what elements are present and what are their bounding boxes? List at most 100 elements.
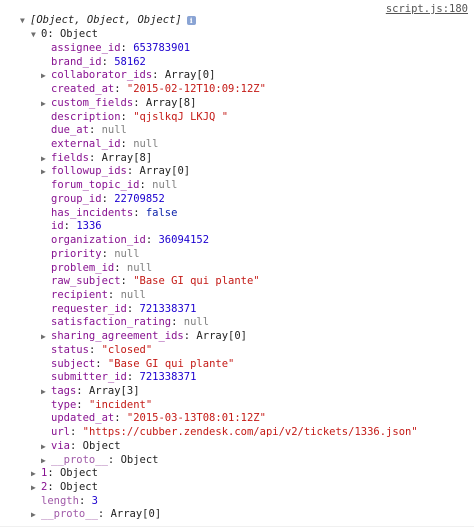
- property-key: group_id: [51, 192, 102, 205]
- property-value: "closed": [101, 343, 153, 356]
- expand-triangle-icon[interactable]: ▶: [41, 454, 51, 468]
- property-row-subject: subject: "Base GI qui plante": [41, 358, 234, 372]
- property-row-type: type: "incident": [41, 399, 152, 413]
- key-value-separator: :: [69, 439, 83, 452]
- property-key: url: [51, 426, 70, 439]
- property-key: assignee_id: [51, 42, 121, 54]
- property-row---proto--[interactable]: ▶ __proto__: Object: [41, 454, 159, 468]
- property-row-fields[interactable]: ▶ fields: Array[8]: [41, 152, 152, 166]
- key-value-separator: :: [171, 316, 184, 329]
- property-value: 1336: [76, 220, 102, 233]
- property-value: Array[3]: [88, 385, 140, 397]
- array-item-row-1[interactable]: ▶ 1: Object: [31, 467, 98, 481]
- property-key: brand_id: [51, 55, 102, 68]
- expand-triangle-icon[interactable]: ▶: [31, 467, 41, 481]
- property-value: null: [152, 179, 178, 192]
- object-row-0[interactable]: ▼ 0: Object: [31, 28, 98, 42]
- array-item-row---proto--[interactable]: ▶ __proto__: Array[0]: [31, 508, 161, 522]
- property-key: custom_fields: [51, 96, 134, 109]
- property-key: recipient: [51, 288, 108, 301]
- property-key: problem_id: [51, 261, 115, 274]
- collapse-triangle-icon[interactable]: ▼: [20, 14, 30, 28]
- key-value-separator: :: [183, 330, 197, 343]
- console-output: script.js:180 ▼ [Object, Object, Object] i…: [0, 0, 474, 527]
- property-value: 36094152: [158, 234, 210, 247]
- key-value-separator: :: [97, 508, 111, 521]
- property-row-custom-fields[interactable]: ▶ custom_fields: Array[8]: [41, 97, 196, 111]
- property-row-satisfaction-rating: satisfaction_rating: null: [41, 316, 209, 330]
- property-row-sharing-agreement-ids[interactable]: ▶ sharing_agreement_ids: Array[0]: [41, 330, 247, 344]
- property-row-followup-ids[interactable]: ▶ followup_ids: Array[0]: [41, 165, 190, 179]
- property-key: id: [51, 220, 64, 233]
- property-value: null: [126, 261, 153, 274]
- property-row-status: status: "closed": [41, 344, 152, 358]
- property-key: type: [51, 398, 77, 411]
- key-value-separator: :: [120, 138, 134, 151]
- property-key: updated_at: [51, 412, 115, 425]
- property-row-submitter-id: submitter_id: 721338371: [41, 371, 196, 385]
- property-row-forum-topic-id: forum_topic_id: null: [41, 179, 177, 193]
- key-value-separator: :: [95, 357, 108, 370]
- property-row-organization-id: organization_id: 36094152: [41, 234, 209, 248]
- property-value: "https://cubber.zendesk.com/api/v2/ticke…: [82, 426, 418, 439]
- expand-triangle-icon[interactable]: ▶: [41, 440, 51, 454]
- key-value-separator: :: [120, 110, 134, 123]
- property-key: sharing_agreement_ids: [51, 330, 184, 343]
- property-value: Object: [120, 453, 159, 466]
- property-key: submitter_id: [51, 371, 127, 384]
- property-row-via[interactable]: ▶ via: Object: [41, 440, 121, 454]
- property-row-url: url: "https://cubber.zendesk.com/api/v2/…: [41, 426, 418, 440]
- key-value-separator: :: [101, 55, 115, 68]
- property-row-has-incidents: has_incidents: false: [41, 207, 177, 221]
- key-value-separator: :: [114, 261, 127, 274]
- property-row-collaborator-ids[interactable]: ▶ collaborator_ids: Array[0]: [41, 69, 215, 83]
- property-value: "2015-02-12T10:09:12Z": [126, 83, 266, 96]
- property-key: has_incidents: [51, 206, 134, 219]
- expand-triangle-icon[interactable]: ▶: [31, 508, 41, 522]
- property-value: null: [120, 288, 146, 301]
- key-value-separator: :: [101, 247, 115, 260]
- expand-triangle-icon[interactable]: ▶: [41, 69, 51, 83]
- expand-triangle-icon[interactable]: ▶: [41, 385, 51, 399]
- collapse-triangle-icon[interactable]: ▼: [31, 28, 41, 42]
- key-value-separator: :: [133, 96, 146, 109]
- array-item-row-2[interactable]: ▶ 2: Object: [31, 481, 98, 495]
- property-key: due_at: [51, 124, 89, 137]
- property-value: Array[0]: [196, 330, 247, 343]
- property-value: Array[8]: [101, 151, 153, 164]
- property-key: priority: [51, 247, 102, 260]
- key-value-separator: :: [114, 412, 127, 425]
- info-icon[interactable]: i: [186, 16, 196, 25]
- key-value-separator: :: [69, 426, 83, 439]
- property-row-assignee-id: assignee_id: 653783901: [41, 42, 190, 56]
- array-summary: [Object, Object, Object]: [30, 14, 182, 26]
- source-link[interactable]: script.js:180: [386, 3, 468, 15]
- property-key: tags: [51, 385, 77, 397]
- expand-triangle-icon[interactable]: ▶: [41, 330, 51, 344]
- key-value-separator: :: [152, 69, 165, 82]
- property-row-priority: priority: null: [41, 248, 140, 262]
- property-key: external_id: [51, 138, 121, 151]
- key-value-separator: :: [126, 371, 140, 384]
- property-row-description: description: "qjslkqJ LKJQ ": [41, 111, 228, 125]
- property-value: null: [114, 247, 140, 260]
- property-row-updated-at: updated_at: "2015-03-13T08:01:12Z": [41, 412, 266, 426]
- object-label: 0: Object: [41, 28, 98, 40]
- key-value-separator: :: [107, 288, 121, 301]
- expand-triangle-icon[interactable]: ▶: [41, 97, 51, 111]
- property-value: 22709852: [114, 192, 165, 205]
- property-value: 653783901: [133, 42, 191, 54]
- property-key: status: [51, 343, 89, 356]
- key-value-separator: :: [47, 467, 60, 480]
- property-key: requester_id: [51, 302, 127, 315]
- property-row-id: id: 1336: [41, 220, 102, 234]
- property-row-tags[interactable]: ▶ tags: Array[3]: [41, 385, 140, 399]
- property-value: 58162: [114, 55, 146, 68]
- expand-triangle-icon[interactable]: ▶: [41, 152, 51, 166]
- expand-triangle-icon[interactable]: ▶: [31, 481, 41, 495]
- property-value: null: [183, 316, 210, 329]
- property-value: null: [101, 124, 127, 137]
- array-summary-row[interactable]: ▼ [Object, Object, Object] i: [20, 14, 196, 28]
- expand-triangle-icon[interactable]: ▶: [41, 165, 51, 179]
- property-key: __proto__: [51, 453, 108, 466]
